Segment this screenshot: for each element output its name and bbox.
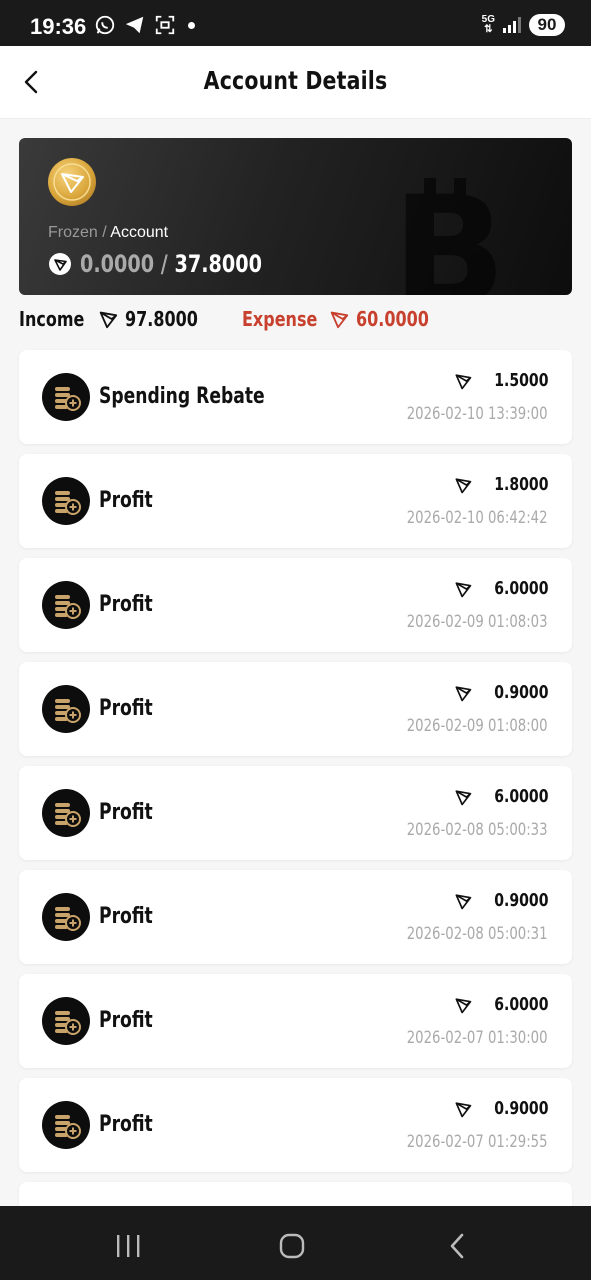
- transaction-row[interactable]: Profit 0.9000 2026-02-07 01:29:55: [19, 1078, 572, 1172]
- label-separator: /: [102, 224, 107, 241]
- coins-add-icon: [42, 893, 90, 941]
- battery-indicator: 90: [529, 14, 565, 36]
- tron-icon: [455, 685, 471, 701]
- back-arrow-icon[interactable]: [14, 64, 50, 100]
- coins-add-icon: [42, 1101, 90, 1149]
- telegram-icon: [125, 16, 144, 34]
- transaction-name: Profit: [99, 800, 153, 825]
- transaction-amount: 0.9000: [453, 890, 548, 911]
- income-label: Income: [19, 307, 85, 331]
- tron-icon: [455, 789, 471, 805]
- card-labels: Frozen / Account: [48, 224, 168, 242]
- transaction-amount: 6.0000: [453, 578, 548, 599]
- network-indicator: 5G ⇅: [481, 14, 495, 35]
- transaction-amount-value: 6.0000: [493, 786, 548, 807]
- transaction-amount-value: 0.9000: [493, 1098, 548, 1119]
- transaction-time: 2026-02-08 05:00:31: [407, 924, 548, 944]
- screenshot-icon: [155, 15, 175, 35]
- transaction-amount: 0.9000: [453, 682, 548, 703]
- balance-amount: 0.0000 / 37.8000: [80, 250, 262, 278]
- tron-icon: [455, 581, 471, 597]
- tron-icon: [455, 1101, 471, 1117]
- frozen-label: Frozen: [48, 224, 98, 241]
- transaction-amount-value: 6.0000: [493, 578, 548, 599]
- tron-coin-icon: [48, 158, 96, 206]
- transaction-amount-value: 0.9000: [493, 890, 548, 911]
- signal-icon: [503, 17, 521, 33]
- transaction-time: 2026-02-10 13:39:00: [407, 404, 548, 424]
- system-indicators: 5G ⇅ 90: [482, 14, 565, 36]
- recent-apps-icon[interactable]: [108, 1226, 148, 1266]
- transaction-time: 2026-02-09 01:08:03: [407, 612, 548, 632]
- transaction-time: 2026-02-09 01:08:00: [407, 716, 548, 736]
- svg-text:B: B: [392, 178, 506, 295]
- tron-icon: [455, 997, 471, 1013]
- whatsapp-icon: [95, 15, 115, 35]
- transaction-name: Spending Rebate: [99, 384, 265, 409]
- notification-dot: [188, 21, 195, 29]
- tron-icon: [455, 477, 471, 493]
- transaction-name: Profit: [99, 1112, 153, 1137]
- coins-add-icon: [42, 789, 90, 837]
- expense-summary: Expense 60.0000: [242, 307, 447, 331]
- income-expense-summary: Income 97.8000 Expense 60.0000: [19, 307, 473, 331]
- transaction-name: Profit: [99, 488, 153, 513]
- transaction-row[interactable]: Profit 1.8000 2026-02-10 06:42:42: [19, 454, 572, 548]
- page-title: Account Details: [203, 66, 388, 95]
- coins-add-icon: [42, 581, 90, 629]
- home-icon[interactable]: [272, 1226, 312, 1266]
- coins-add-icon: [42, 685, 90, 733]
- transaction-list: Spending Rebate 1.5000 2026-02-10 13:39:00…: [19, 350, 572, 1212]
- expense-value: 60.0000: [355, 307, 429, 331]
- frozen-value: 0.0000: [80, 250, 155, 278]
- income-value: 97.8000: [124, 307, 198, 331]
- transaction-amount: 0.9000: [453, 1098, 548, 1119]
- bitcoin-watermark-icon: B: [392, 178, 506, 295]
- account-label: Account: [110, 224, 169, 241]
- system-nav-bar: [0, 1206, 591, 1280]
- transaction-name: Profit: [99, 696, 153, 721]
- transaction-amount: 1.5000: [453, 370, 548, 391]
- tron-icon: [455, 373, 471, 389]
- transaction-row[interactable]: Profit 6.0000 2026-02-08 05:00:33: [19, 766, 572, 860]
- back-icon[interactable]: [438, 1226, 478, 1266]
- transaction-row[interactable]: Profit 0.9000 2026-02-08 05:00:31: [19, 870, 572, 964]
- tron-icon: [99, 311, 117, 329]
- tron-icon: [330, 311, 349, 329]
- expense-label: Expense: [241, 307, 318, 331]
- transaction-row[interactable]: Profit 6.0000 2026-02-09 01:08:03: [19, 558, 572, 652]
- transaction-time: 2026-02-08 05:00:33: [407, 820, 548, 840]
- transaction-name: Profit: [99, 904, 153, 929]
- tron-icon: [455, 893, 471, 909]
- transaction-time: 2026-02-07 01:29:55: [407, 1132, 548, 1152]
- status-bar: 19:36 5G ⇅ 90: [0, 0, 591, 46]
- transaction-time: 2026-02-07 01:30:00: [407, 1028, 548, 1048]
- transaction-amount: 1.8000: [453, 474, 548, 495]
- coins-add-icon: [42, 373, 90, 421]
- status-time: 19:36: [30, 14, 87, 39]
- tron-icon: [49, 253, 71, 275]
- amount-separator: /: [154, 250, 175, 278]
- transaction-amount: 6.0000: [453, 994, 548, 1015]
- transaction-row[interactable]: Profit 0.9000 2026-02-09 01:08:00: [19, 662, 572, 756]
- coins-add-icon: [42, 997, 90, 1045]
- transaction-amount-value: 1.5000: [493, 370, 548, 391]
- app-header: Account Details: [0, 46, 591, 119]
- transaction-name: Profit: [99, 592, 153, 617]
- transaction-amount-value: 1.8000: [493, 474, 548, 495]
- transaction-amount-value: 6.0000: [493, 994, 548, 1015]
- transaction-time: 2026-02-10 06:42:42: [407, 508, 548, 528]
- transaction-amount: 6.0000: [453, 786, 548, 807]
- card-amount: 0.0000 / 37.8000: [48, 250, 307, 278]
- income-summary: Income 97.8000: [19, 307, 216, 331]
- notification-icons: [94, 14, 195, 36]
- transaction-name: Profit: [99, 1008, 153, 1033]
- transaction-row[interactable]: Spending Rebate 1.5000 2026-02-10 13:39:00: [19, 350, 572, 444]
- balance-card: B Frozen / Account 0.0000 / 37.8000: [19, 138, 572, 295]
- coins-add-icon: [42, 477, 90, 525]
- account-value: 37.8000: [174, 250, 262, 278]
- transaction-row[interactable]: Profit 6.0000 2026-02-07 01:30:00: [19, 974, 572, 1068]
- transaction-amount-value: 0.9000: [493, 682, 548, 703]
